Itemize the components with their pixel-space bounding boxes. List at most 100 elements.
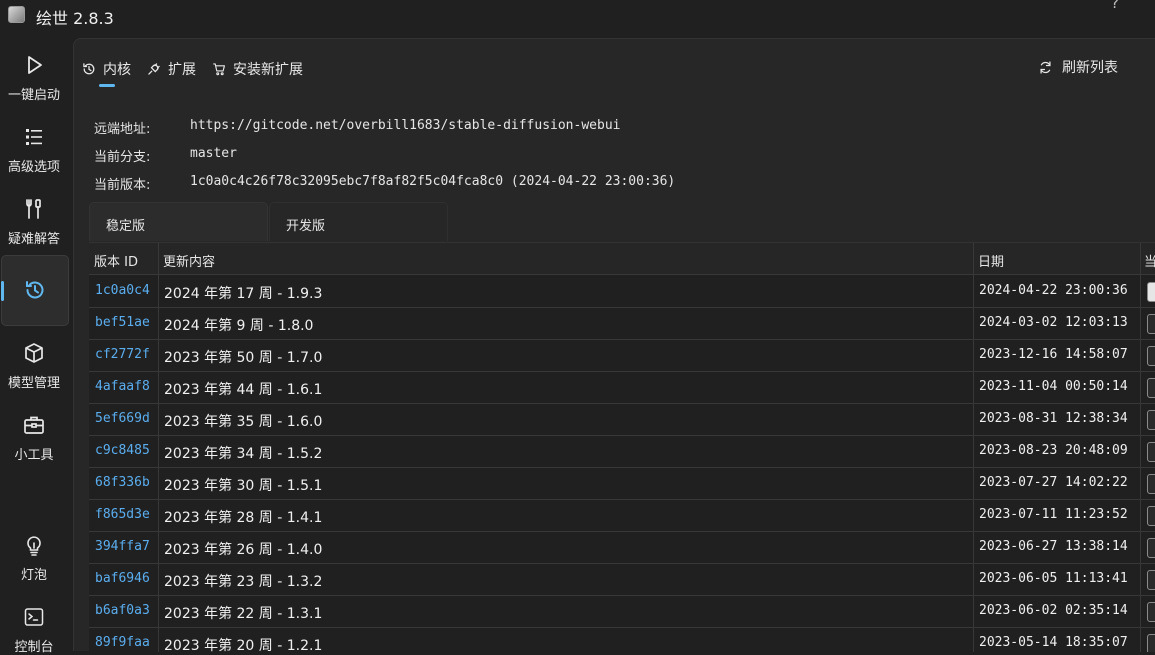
sidebar-item-lightbulb[interactable]: 灯泡 [0,534,68,583]
update-date: 2024-03-02 12:03:13 [979,315,1128,330]
table-row[interactable]: f865d3e 2023 年第 28 周 - 1.4.1 2023-07-11 11… [89,500,1155,532]
column-header-current[interactable]: 当 [1144,251,1155,270]
lightbulb-icon [27,536,41,556]
title-bar: 绘世 2.8.3 ? [0,0,1155,34]
current-version-checkbox[interactable] [1147,506,1155,526]
version-id-link[interactable]: c9c8485 [95,443,150,458]
table-row[interactable]: 394ffa7 2023 年第 26 周 - 1.4.0 2023-06-27 13… [89,532,1155,564]
console-icon [24,608,44,626]
table-row[interactable]: 68f336b 2023 年第 30 周 - 1.5.1 2023-07-27 14… [89,468,1155,500]
sidebar-item-label: 模型管理 [7,376,60,391]
table-row[interactable]: b6af0a3 2023 年第 22 周 - 1.3.1 2023-06-02 02… [89,596,1155,628]
sidebar-item-models[interactable]: 模型管理 [0,342,68,391]
update-content: 2023 年第 50 周 - 1.7.0 [164,350,323,366]
update-content: 2023 年第 26 周 - 1.4.0 [164,542,323,558]
version-id-link[interactable]: 68f336b [95,475,150,490]
current-version-checkbox[interactable] [1147,282,1155,302]
current-version-checkbox[interactable] [1147,474,1155,494]
current-version-checkbox[interactable] [1147,346,1155,366]
refresh-label: 刷新列表 [1062,60,1118,76]
version-id-link[interactable]: f865d3e [95,507,150,522]
tab-label: 扩展 [168,62,196,78]
current-version-checkbox[interactable] [1147,634,1155,652]
version-label: 当前版本: [94,178,151,193]
tab-label: 内核 [103,62,131,78]
version-table: 版本 ID 更新内容 日期 当 1c0a0c4 2024 年第 17 周 - 1.… [89,242,1155,652]
branch-label: 当前分支: [94,150,151,165]
current-version-checkbox[interactable] [1147,314,1155,334]
update-date: 2023-05-14 18:35:07 [979,635,1128,650]
current-version-checkbox[interactable] [1147,378,1155,398]
update-date: 2023-08-23 20:48:09 [979,443,1128,458]
table-row[interactable]: 1c0a0c4 2024 年第 17 周 - 1.9.3 2024-04-22 23… [89,276,1155,308]
column-header-content[interactable]: 更新内容 [163,251,215,270]
refresh-icon [1040,60,1051,74]
update-date: 2024-04-22 23:00:36 [979,283,1128,298]
sidebar-item-label: 小工具 [14,448,54,463]
tab-install-extension[interactable]: 安装新扩展 [212,57,303,81]
list-icon [26,129,42,145]
remote-label: 远端地址: [94,122,151,137]
main-panel: 内核 扩展 安装新扩展 刷新列表 远端地址: https://gitcode.n… [73,38,1155,652]
update-content: 2023 年第 35 周 - 1.6.0 [164,414,323,430]
update-content: 2024 年第 17 周 - 1.9.3 [164,286,323,302]
version-id-link[interactable]: cf2772f [95,347,150,362]
sidebar-item-label: 灯泡 [20,568,47,583]
toolbox-icon [24,416,44,434]
update-content: 2023 年第 44 周 - 1.6.1 [164,382,323,398]
update-date: 2023-07-11 11:23:52 [979,507,1128,522]
sidebar-item-tools[interactable]: 小工具 [0,414,68,463]
active-indicator [1,281,4,301]
update-date: 2023-06-02 02:35:14 [979,603,1128,618]
tab-dev[interactable]: 开发版 [269,202,448,241]
refresh-list-button[interactable]: 刷新列表 [1038,57,1118,77]
sidebar-item-console[interactable]: 控制台 [0,606,68,655]
play-icon [28,56,42,74]
current-version-checkbox[interactable] [1147,602,1155,622]
cube-icon [25,343,43,363]
table-row[interactable]: cf2772f 2023 年第 50 周 - 1.7.0 2023-12-16 14… [89,340,1155,372]
update-content: 2023 年第 22 周 - 1.3.1 [164,606,323,622]
help-button[interactable]: ? [1111,0,1119,12]
update-date: 2023-12-16 14:58:07 [979,347,1128,362]
sidebar-item-label: 一键启动 [7,88,60,103]
table-row[interactable]: 5ef669d 2023 年第 35 周 - 1.6.0 2023-08-31 12… [89,404,1155,436]
plug-icon [148,63,160,75]
version-id-link[interactable]: 89f9faa [95,635,150,650]
current-version-checkbox[interactable] [1147,570,1155,590]
sidebar-item-troubleshoot[interactable]: 疑难解答 [0,198,68,247]
tab-core[interactable]: 内核 [82,57,131,87]
version-id-link[interactable]: 5ef669d [95,411,150,426]
table-row[interactable]: baf6946 2023 年第 23 周 - 1.3.2 2023-06-05 11… [89,564,1155,596]
version-id-link[interactable]: baf6946 [95,571,150,586]
active-tab-indicator [99,84,115,87]
version-id-link[interactable]: 1c0a0c4 [95,283,150,298]
tab-extensions[interactable]: 扩展 [147,57,196,81]
sidebar-item-version[interactable] [1,255,69,326]
version-id-link[interactable]: 394ffa7 [95,539,150,554]
column-header-id[interactable]: 版本 ID [94,251,138,270]
column-header-date[interactable]: 日期 [978,251,1004,270]
sidebar-item-advanced[interactable]: 高级选项 [0,126,68,175]
version-id-link[interactable]: 4afaaf8 [95,379,150,394]
sidebar-item-label: 疑难解答 [7,232,60,247]
current-version-checkbox[interactable] [1147,538,1155,558]
update-date: 2023-06-05 11:13:41 [979,571,1128,586]
version-id-link[interactable]: bef51ae [95,315,150,330]
current-version-checkbox[interactable] [1147,442,1155,462]
cart-icon [213,63,225,76]
table-row[interactable]: 4afaaf8 2023 年第 44 周 - 1.6.1 2023-11-04 00… [89,372,1155,404]
table-row[interactable]: bef51ae 2024 年第 9 周 - 1.8.0 2024-03-02 12:… [89,308,1155,340]
top-tabs: 内核 扩展 安装新扩展 [82,57,319,87]
tab-stable[interactable]: 稳定版 [89,202,268,241]
table-row[interactable]: c9c8485 2023 年第 34 周 - 1.5.2 2023-08-23 20… [89,436,1155,468]
window-title: 绘世 2.8.3 [36,9,114,28]
app-logo-icon [8,6,25,23]
update-content: 2023 年第 28 周 - 1.4.1 [164,510,323,526]
history-icon [26,281,44,299]
table-row[interactable]: 89f9faa 2023 年第 20 周 - 1.2.1 2023-05-14 18… [89,628,1155,652]
version-id-link[interactable]: b6af0a3 [95,603,150,618]
remote-value: https://gitcode.net/overbill1683/stable-… [190,118,621,133]
current-version-checkbox[interactable] [1147,410,1155,430]
sidebar-item-launch[interactable]: 一键启动 [0,54,68,103]
